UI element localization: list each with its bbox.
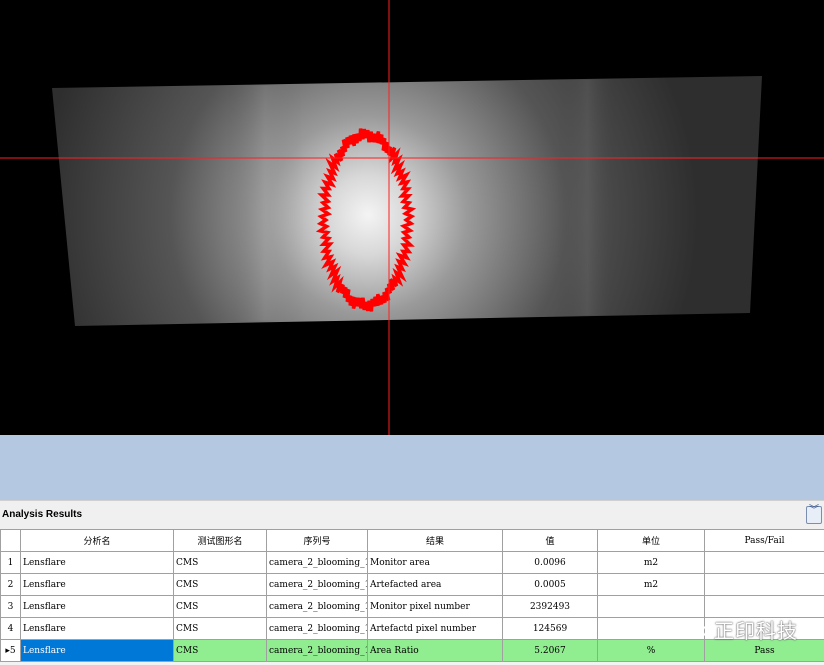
cell-chart-name[interactable]: CMS: [173, 617, 267, 640]
col-header-pass-fail[interactable]: Pass/Fail: [704, 529, 824, 552]
image-viewer[interactable]: [0, 0, 824, 435]
cell-analysis-name[interactable]: Lensflare: [20, 573, 174, 596]
col-header-index: [0, 529, 21, 552]
collapse-icon[interactable]: ︾: [806, 506, 822, 524]
row-index: ▸5: [0, 639, 21, 662]
table-row[interactable]: 3 Lensflare CMS camera_2_blooming_1 Moni…: [0, 595, 824, 618]
cell-unit[interactable]: m2: [597, 573, 705, 596]
watermark-text: 正印科技: [714, 618, 798, 643]
cell-pass-fail[interactable]: [704, 573, 824, 596]
cell-result[interactable]: Monitor pixel number: [367, 595, 503, 618]
cell-pass-fail[interactable]: [704, 551, 824, 574]
cell-analysis-name[interactable]: Lensflare: [20, 639, 174, 662]
col-header-chart-name[interactable]: 测试图形名: [173, 529, 267, 552]
cell-unit[interactable]: [597, 595, 705, 618]
col-header-result[interactable]: 结果: [367, 529, 503, 552]
col-header-analysis-name[interactable]: 分析名: [20, 529, 174, 552]
col-header-unit[interactable]: 单位: [597, 529, 705, 552]
table-row-selected[interactable]: ▸5 Lensflare CMS camera_2_blooming_1 Are…: [0, 639, 824, 662]
row-index: 2: [0, 573, 21, 596]
cell-serial[interactable]: camera_2_blooming_1: [266, 617, 368, 640]
empty-panel: [0, 435, 824, 500]
cell-result[interactable]: Artefacted area: [367, 573, 503, 596]
cell-value[interactable]: 5.2067: [502, 639, 598, 662]
cell-serial[interactable]: camera_2_blooming_1: [266, 551, 368, 574]
cell-analysis-name[interactable]: Lensflare: [20, 551, 174, 574]
row-index: 3: [0, 595, 21, 618]
cell-result[interactable]: Area Ratio: [367, 639, 503, 662]
cell-chart-name[interactable]: CMS: [173, 595, 267, 618]
cell-unit[interactable]: m2: [597, 551, 705, 574]
cell-serial[interactable]: camera_2_blooming_1: [266, 595, 368, 618]
cell-value[interactable]: 124569: [502, 617, 598, 640]
row-index: 1: [0, 551, 21, 574]
results-table: 分析名 测试图形名 序列号 结果 值 单位 Pass/Fail 1 Lensfl…: [0, 529, 824, 662]
col-header-value[interactable]: 值: [502, 529, 598, 552]
table-row[interactable]: 1 Lensflare CMS camera_2_blooming_1 Moni…: [0, 551, 824, 574]
panel-header: Analysis Results ︾: [0, 500, 824, 530]
table-header-row: 分析名 测试图形名 序列号 结果 值 单位 Pass/Fail: [0, 529, 824, 552]
cell-value[interactable]: 0.0005: [502, 573, 598, 596]
cell-serial[interactable]: camera_2_blooming_1: [266, 573, 368, 596]
table-row[interactable]: 2 Lensflare CMS camera_2_blooming_1 Arte…: [0, 573, 824, 596]
cell-result[interactable]: Artefactd pixel number: [367, 617, 503, 640]
cell-serial[interactable]: camera_2_blooming_1: [266, 639, 368, 662]
cell-analysis-name[interactable]: Lensflare: [20, 595, 174, 618]
cell-value[interactable]: 0.0096: [502, 551, 598, 574]
camera-image: [0, 0, 824, 435]
col-header-serial[interactable]: 序列号: [266, 529, 368, 552]
cell-chart-name[interactable]: CMS: [173, 573, 267, 596]
cell-chart-name[interactable]: CMS: [173, 551, 267, 574]
cell-result[interactable]: Monitor area: [367, 551, 503, 574]
wechat-icon: [681, 619, 707, 638]
panel-title: Analysis Results: [2, 509, 83, 520]
watermark: 正印科技: [680, 616, 798, 643]
cell-value[interactable]: 2392493: [502, 595, 598, 618]
row-index: 4: [0, 617, 21, 640]
cell-chart-name[interactable]: CMS: [173, 639, 267, 662]
cell-analysis-name[interactable]: Lensflare: [20, 617, 174, 640]
cell-unit[interactable]: %: [597, 639, 705, 662]
